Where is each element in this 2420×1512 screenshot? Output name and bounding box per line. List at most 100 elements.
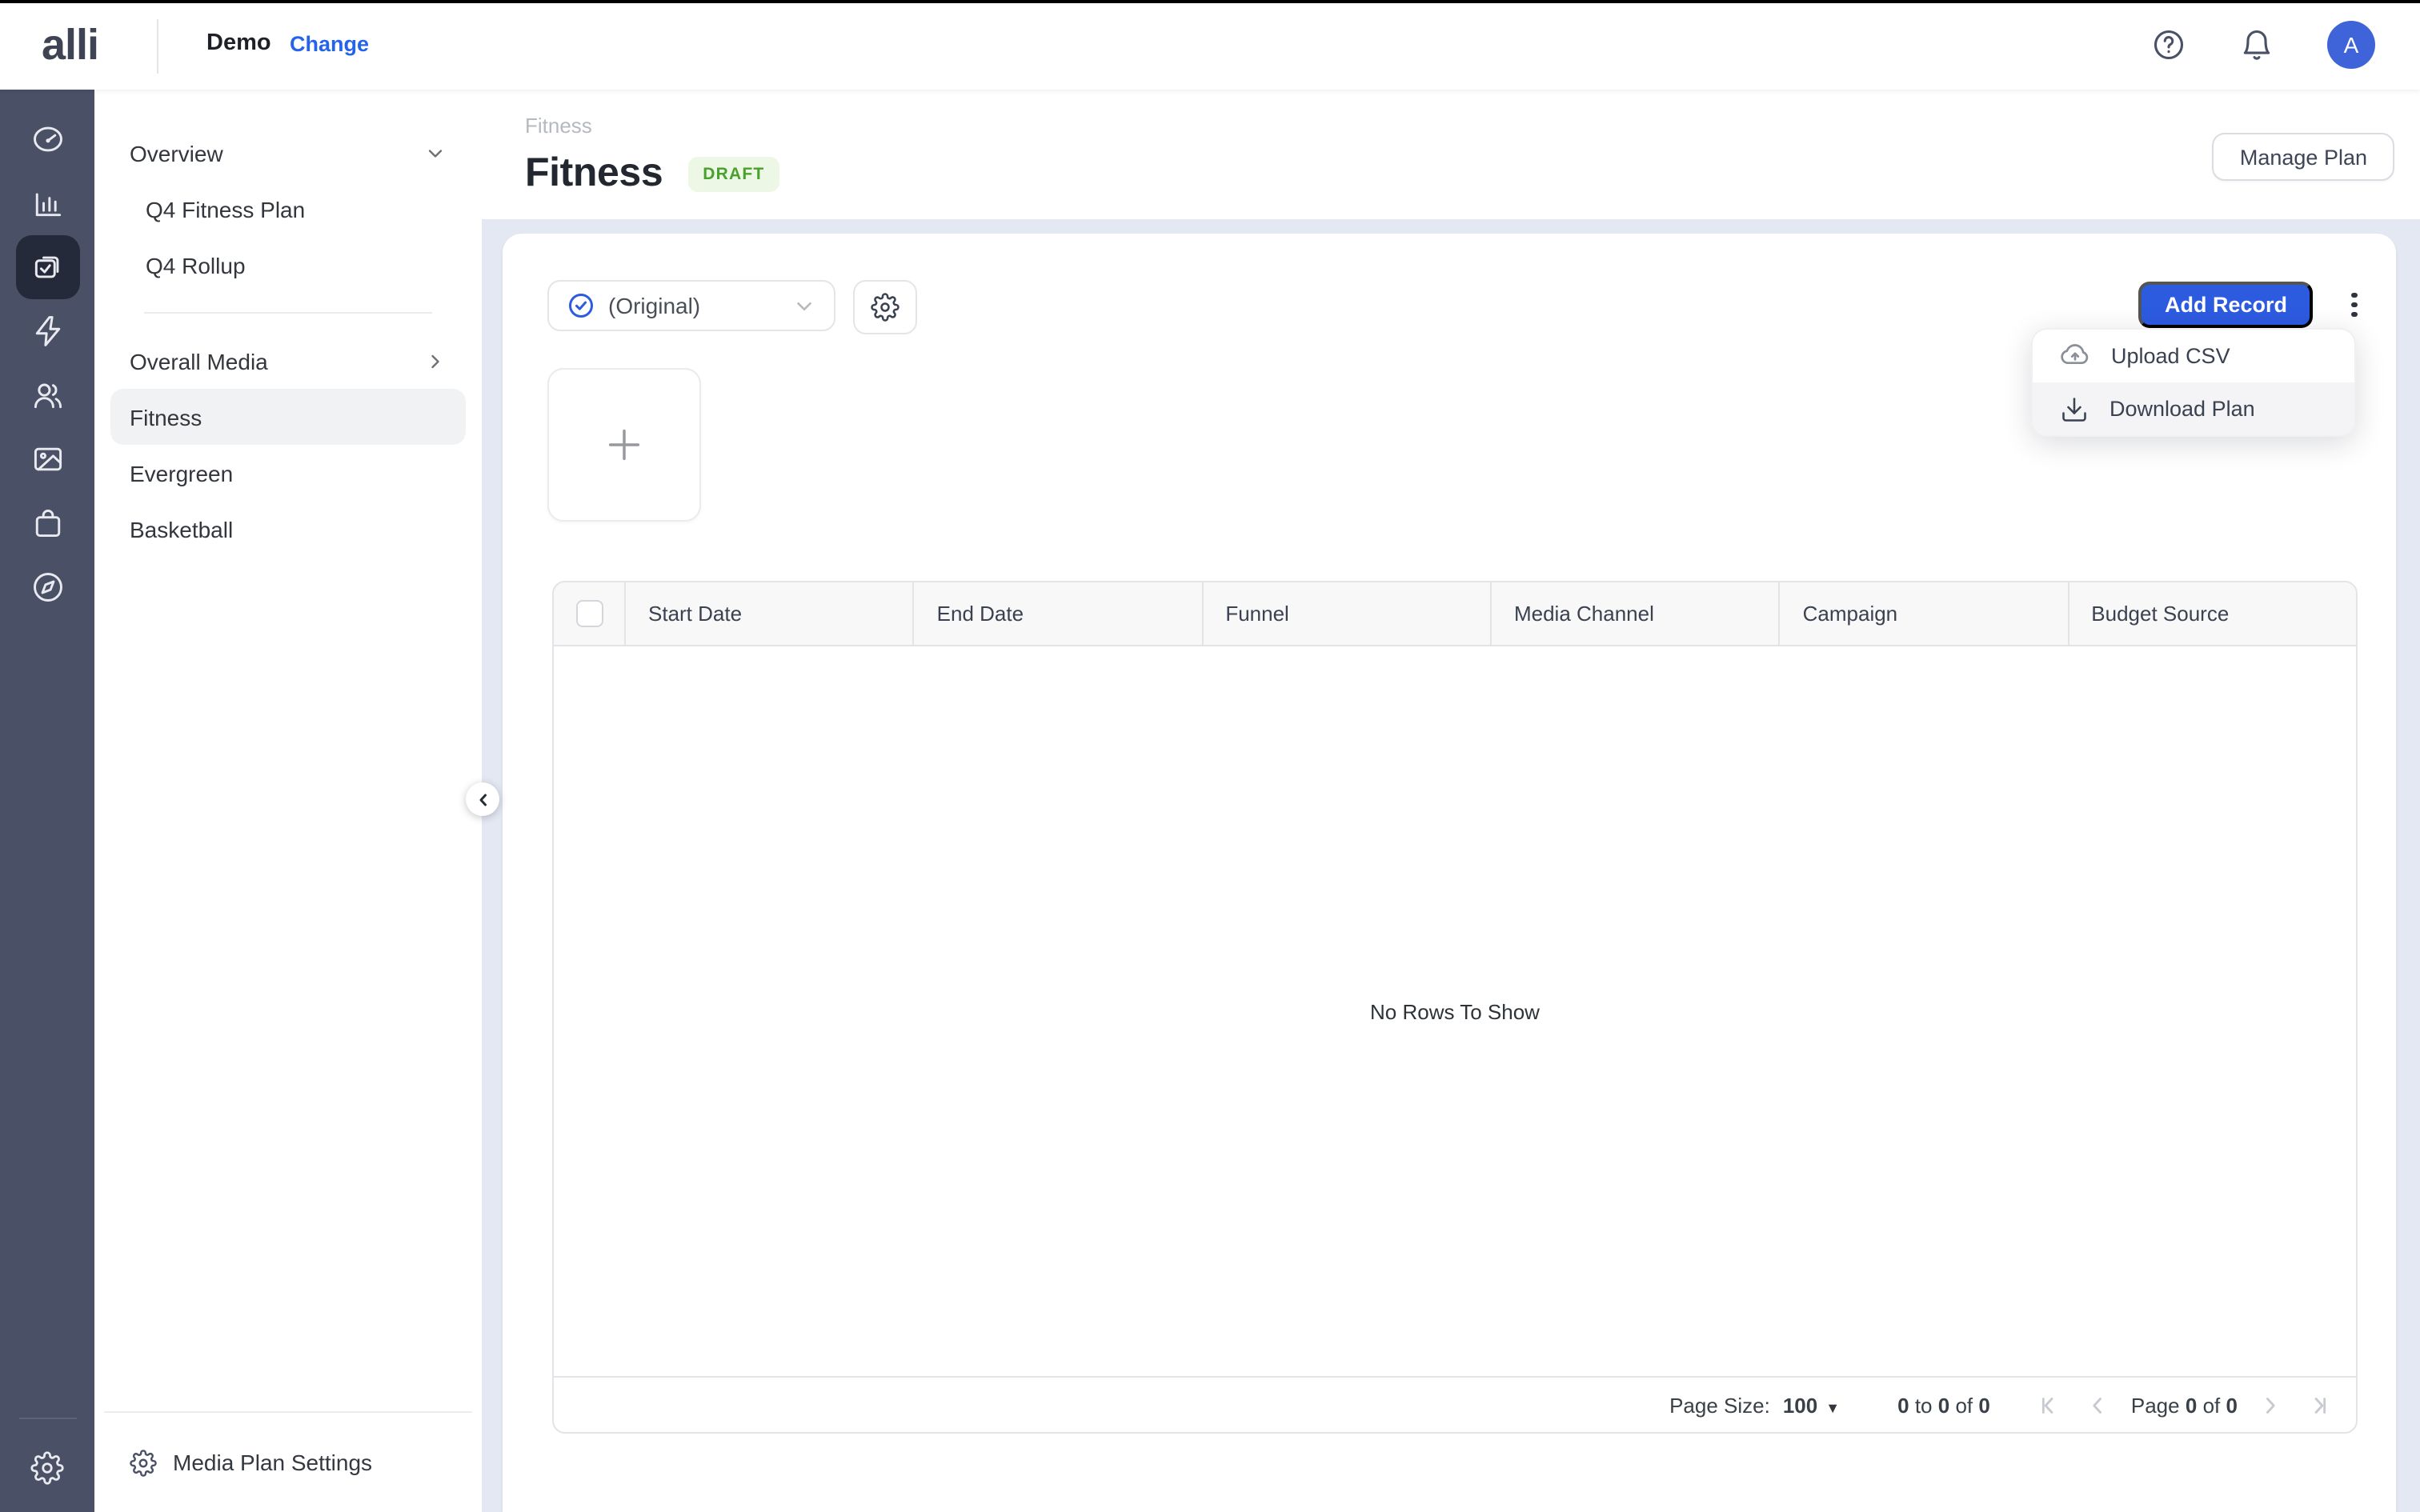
scenario-settings-button[interactable]: [853, 280, 917, 334]
table-pagination: Page Size: 100▼ 0 to 0 of 0: [554, 1376, 2356, 1432]
sidebar-item-overview[interactable]: Overview: [110, 125, 466, 181]
last-page-button[interactable]: [2306, 1391, 2334, 1418]
column-header-start-date[interactable]: Start Date: [626, 582, 915, 645]
sidebar-item-fitness[interactable]: Fitness: [110, 389, 466, 445]
sidebar-item-evergreen[interactable]: Evergreen: [110, 445, 466, 501]
sidebar-collapse-handle[interactable]: [466, 782, 499, 816]
menu-item-download-plan[interactable]: Download Plan: [2033, 382, 2354, 435]
records-table: Start Date End Date Funnel Media Channel…: [552, 581, 2358, 1434]
avatar[interactable]: A: [2327, 21, 2375, 69]
media-plan-settings[interactable]: Media Plan Settings: [104, 1411, 472, 1512]
sidebar-item-label: Overview: [130, 140, 223, 166]
lightning-icon: [30, 314, 65, 349]
sidebar-item-label: Fitness: [130, 404, 202, 430]
icon-rail: [0, 90, 94, 1512]
chevron-left-icon: [473, 790, 492, 809]
rail-item-creative[interactable]: [15, 427, 79, 491]
column-header-budget-source[interactable]: Budget Source: [2069, 582, 2356, 645]
actions-dropdown-menu: Upload CSV Download Plan: [2031, 328, 2356, 437]
media-plan-check-icon: [30, 250, 65, 285]
add-record-button[interactable]: Add Record: [2139, 282, 2313, 328]
page-title: Fitness: [525, 150, 663, 197]
row-range: 0 to 0 of 0: [1897, 1393, 1990, 1417]
column-header-media-channel[interactable]: Media Channel: [1492, 582, 1781, 645]
plan-nav-list: Overview Q4 Fitness Plan Q4 Rollup Overa…: [94, 90, 482, 557]
rail-item-commerce[interactable]: [15, 491, 79, 555]
next-page-button[interactable]: [2257, 1391, 2284, 1418]
plan-card: (Original) Add Record: [503, 234, 2396, 1512]
rail-divider: [18, 1418, 76, 1419]
media-plan-settings-label: Media Plan Settings: [173, 1450, 372, 1475]
users-icon: [30, 378, 65, 413]
plan-scroll-area: (Original) Add Record: [482, 219, 2420, 1512]
gear-icon: [871, 293, 899, 322]
change-workspace-link[interactable]: Change: [290, 32, 369, 56]
gear-icon: [30, 1450, 64, 1484]
plus-icon: [603, 424, 645, 466]
gauge-icon: [30, 122, 65, 157]
rail-item-automation[interactable]: [15, 299, 79, 363]
status-badge: DRAFT: [688, 156, 779, 191]
app-root: alli Demo Change A: [0, 0, 2420, 1512]
menu-item-upload-csv[interactable]: Upload CSV: [2033, 330, 2354, 382]
workspace-name: Demo: [206, 30, 271, 56]
plan-sidebar: Overview Q4 Fitness Plan Q4 Rollup Overa…: [94, 90, 482, 1512]
add-scenario-card[interactable]: [547, 368, 701, 522]
rail-item-media-plans[interactable]: [15, 235, 79, 299]
rail-item-explore[interactable]: [15, 555, 79, 619]
sidebar-item-overall-media[interactable]: Overall Media: [110, 333, 466, 389]
topbar-actions: A: [2151, 0, 2375, 90]
rail-item-dashboard[interactable]: [15, 107, 79, 171]
scenario-select[interactable]: (Original): [547, 280, 835, 331]
alli-logo: alli: [42, 21, 98, 70]
table-empty-state: No Rows To Show: [554, 646, 2356, 1376]
shopping-bag-icon: [30, 506, 65, 541]
page-indicator: Page 0 of 0: [2131, 1393, 2238, 1417]
prev-page-button[interactable]: [2085, 1391, 2112, 1418]
sidebar-item-q4-rollup[interactable]: Q4 Rollup: [110, 237, 466, 293]
empty-message: No Rows To Show: [1370, 999, 1540, 1023]
menu-item-label: Upload CSV: [2111, 344, 2230, 368]
scenario-select-value: (Original): [608, 293, 779, 318]
sidebar-item-label: Q4 Fitness Plan: [146, 196, 305, 222]
help-icon[interactable]: [2151, 27, 2186, 62]
sidebar-item-label: Q4 Rollup: [146, 252, 246, 278]
bell-icon[interactable]: [2239, 27, 2274, 62]
page-size-label: Page Size:: [1669, 1393, 1770, 1417]
sidebar-item-basketball[interactable]: Basketball: [110, 501, 466, 557]
rail-item-analytics[interactable]: [15, 171, 79, 235]
column-header-funnel[interactable]: Funnel: [1203, 582, 1492, 645]
first-page-button[interactable]: [2035, 1391, 2062, 1418]
chevron-down-icon: [424, 142, 447, 164]
topbar-divider: [157, 19, 158, 74]
cloud-upload-icon: [2060, 341, 2090, 371]
content-area: Fitness Fitness DRAFT Manage Plan (Origi…: [482, 90, 2420, 1512]
top-bar: alli Demo Change A: [0, 0, 2420, 90]
sidebar-item-label: Evergreen: [130, 460, 233, 486]
select-all-checkbox[interactable]: [575, 600, 603, 627]
menu-item-label: Download Plan: [2109, 397, 2255, 421]
table-header-row: Start Date End Date Funnel Media Channel…: [554, 582, 2356, 646]
select-all-cell: [554, 582, 626, 645]
breadcrumb: Fitness: [525, 114, 592, 138]
page-header: Fitness Fitness DRAFT Manage Plan: [482, 90, 2420, 219]
window-top-strip: [0, 0, 2420, 3]
bar-chart-icon: [30, 186, 65, 221]
kebab-menu-button[interactable]: [2342, 282, 2367, 328]
page-size-select[interactable]: 100▼: [1783, 1393, 1840, 1417]
sidebar-item-q4-fitness-plan[interactable]: Q4 Fitness Plan: [110, 181, 466, 237]
chevron-right-icon: [424, 350, 447, 372]
rail-item-settings[interactable]: [15, 1435, 79, 1499]
column-header-end-date[interactable]: End Date: [915, 582, 1204, 645]
manage-plan-button[interactable]: Manage Plan: [2213, 133, 2394, 181]
rail-item-audiences[interactable]: [15, 363, 79, 427]
compass-icon: [30, 570, 65, 605]
sidebar-item-label: Basketball: [130, 516, 233, 542]
sidebar-divider: [144, 312, 432, 314]
download-icon: [2060, 394, 2089, 423]
gear-icon: [130, 1449, 157, 1476]
column-header-campaign[interactable]: Campaign: [1781, 582, 2069, 645]
title-row: Fitness DRAFT: [525, 150, 779, 197]
image-icon: [30, 442, 65, 477]
badge-check-icon: [567, 291, 595, 320]
